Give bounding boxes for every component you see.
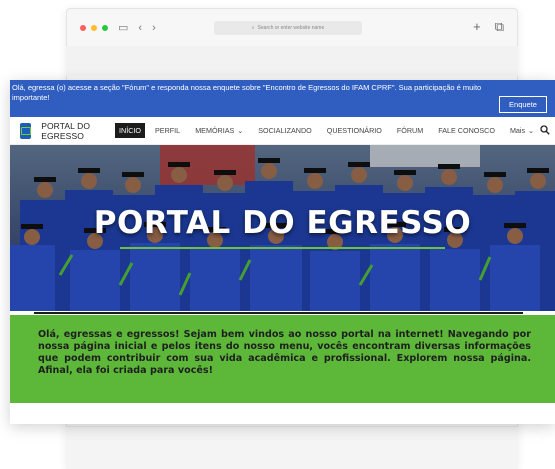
nav-item-fale-conosco[interactable]: FALE CONOSCO xyxy=(438,126,495,135)
browser-toolbar: ▭ ‹ › ⌕ Search or enter website name + ⧉ xyxy=(66,12,518,44)
zoom-dot[interactable] xyxy=(102,25,108,31)
search-icon: ⌕ xyxy=(251,25,255,31)
announcement-text: Olá, egressa (o) acesse a seção "Fórum" … xyxy=(12,83,482,102)
main-navigation: PORTAL DO EGRESSO INÍCIO PERFIL MEMÓRIAS… xyxy=(10,117,555,145)
hero-divider xyxy=(10,311,555,315)
chevron-down-icon: ⌄ xyxy=(528,128,534,135)
hero-banner: PORTAL DO EGRESSO xyxy=(10,145,555,315)
search-icon[interactable] xyxy=(540,125,550,135)
nav-item-forum[interactable]: FÓRUM xyxy=(397,126,423,135)
survey-button[interactable]: Enquete xyxy=(499,96,547,113)
nav-item-memorias-label: MEMÓRIAS xyxy=(195,126,235,135)
hero-title: PORTAL DO EGRESSO xyxy=(93,205,472,241)
nav-item-questionario[interactable]: QUESTIONÁRIO xyxy=(327,126,382,135)
plus-icon[interactable]: + xyxy=(473,19,481,35)
chevron-left-icon[interactable]: ‹ xyxy=(138,22,142,34)
address-bar[interactable]: ⌕ Search or enter website name xyxy=(214,21,362,35)
site-logo[interactable] xyxy=(20,122,32,139)
nav-item-mais-label: Mais xyxy=(509,126,526,135)
announcement-bar: Olá, egressa (o) acesse a seção "Fórum" … xyxy=(10,80,555,117)
address-placeholder: Search or enter website name xyxy=(257,25,325,31)
welcome-text: Olá, egressas e egressos! Sejam bem vind… xyxy=(38,329,531,376)
browser-content-bottom xyxy=(66,426,518,469)
hero-accent-line xyxy=(120,247,445,249)
nav-item-mais[interactable]: Mais ⌄ xyxy=(510,126,534,135)
chevron-right-icon[interactable]: › xyxy=(152,22,156,34)
nav-item-perfil[interactable]: PERFIL xyxy=(155,126,180,135)
page-bottom-strip xyxy=(10,403,555,424)
nav-item-inicio[interactable]: INÍCIO xyxy=(115,123,146,138)
minimize-dot[interactable] xyxy=(91,25,97,31)
chevron-down-icon: ⌄ xyxy=(237,128,244,135)
site-title[interactable]: PORTAL DO EGRESSO xyxy=(41,121,107,141)
window-controls xyxy=(80,25,108,31)
welcome-section: Olá, egressas e egressos! Sejam bem vind… xyxy=(10,315,555,403)
close-dot[interactable] xyxy=(80,25,86,31)
website-window: Olá, egressa (o) acesse a seção "Fórum" … xyxy=(10,80,555,424)
nav-item-socializando[interactable]: SOCIALIZANDO xyxy=(258,126,312,135)
tabs-icon[interactable]: ⧉ xyxy=(495,19,504,35)
sidebar-icon[interactable]: ▭ xyxy=(118,22,128,34)
browser-content-top xyxy=(66,46,518,76)
nav-item-memorias[interactable]: MEMÓRIAS ⌄ xyxy=(195,126,243,135)
